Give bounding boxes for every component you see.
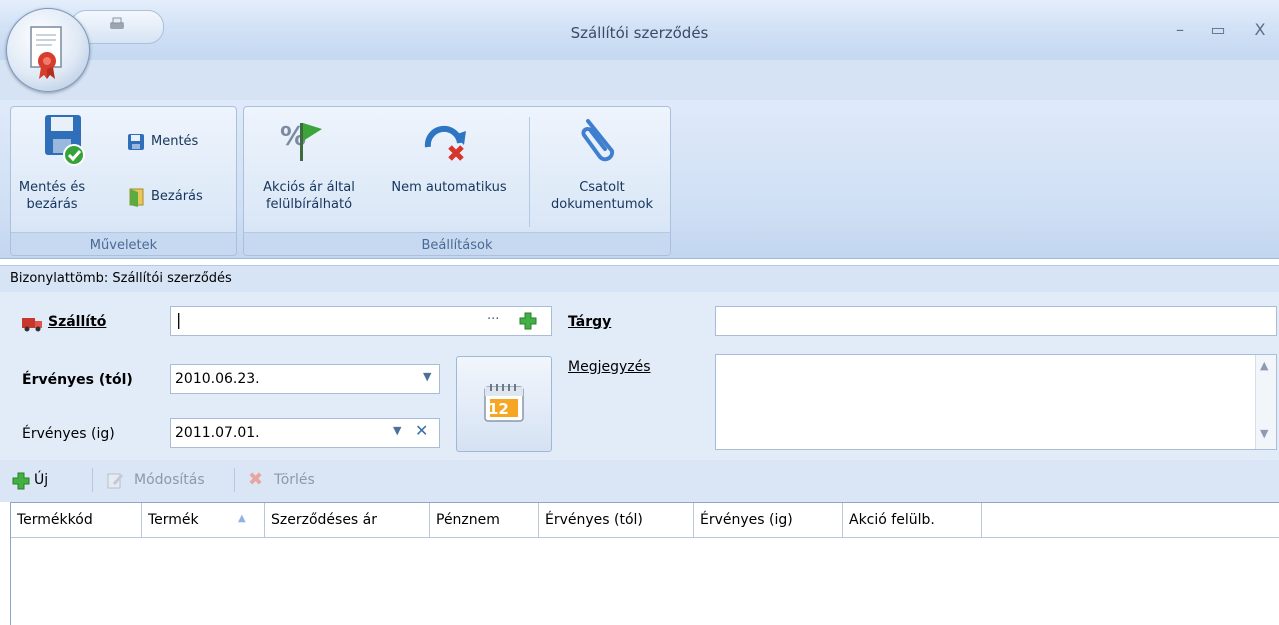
group-label-actions: Műveletek: [89, 238, 158, 253]
valid-from-value: 2010.06.23.: [175, 371, 260, 387]
caption-text: Bizonylattömb: Szállítói szerződés: [10, 271, 232, 286]
new-label: Új: [34, 472, 49, 488]
close-button[interactable]: Bezárás: [123, 185, 233, 209]
column-header-label: Érvényes (ig): [700, 512, 793, 528]
column-header-promo-override[interactable]: Akció felülb.: [843, 503, 982, 537]
close-window-button[interactable]: X: [1248, 20, 1272, 42]
save-and-close-label-line2: bezárás: [26, 197, 78, 212]
note-scrollbar[interactable]: ▲ ▼: [1255, 355, 1276, 449]
column-header-valid-from[interactable]: Érvényes (tól): [539, 503, 694, 537]
save-and-close-label-line1: Mentés és: [18, 180, 86, 195]
column-header-contract-price[interactable]: Szerződéses ár: [265, 503, 430, 537]
add-plus-icon: [12, 472, 30, 490]
valid-to-label: Érvényes (ig): [22, 426, 115, 442]
attached-documents-button[interactable]: Csatolt dokumentumok: [536, 107, 668, 227]
truck-icon: [22, 318, 42, 332]
toolbar-separator: [92, 468, 93, 492]
grid-header-row: Termékkód Termék ▲ Szerződéses ár Pénzne…: [11, 502, 1279, 538]
document-block-caption: Bizonylattömb: Szállítói szerződés: [0, 265, 1279, 293]
column-header-label: Pénznem: [436, 512, 500, 528]
valid-from-date-input[interactable]: 2010.06.23. ▼: [170, 364, 440, 394]
note-label: Megjegyzés: [568, 359, 651, 375]
grid-toolbar: Új Módosítás ✖ Törlés: [0, 460, 1279, 502]
ribbon-separator: [529, 117, 530, 227]
ribbon-group-actions: Műveletek Mentés és bezárás Mentés Bezár…: [10, 106, 237, 256]
ribbon: Műveletek Mentés és bezárás Mentés Bezár…: [0, 100, 1279, 259]
subject-label: Tárgy: [568, 314, 612, 330]
data-grid[interactable]: Termékkód Termék ▲ Szerződéses ár Pénzne…: [10, 502, 1279, 625]
scroll-up-arrow-icon[interactable]: ▲: [1260, 359, 1268, 372]
column-header-product-code[interactable]: Termékkód: [11, 503, 142, 537]
save-button[interactable]: Mentés: [123, 131, 233, 155]
column-header-valid-to[interactable]: Érvényes (ig): [694, 503, 843, 537]
scroll-down-arrow-icon[interactable]: ▼: [1260, 427, 1268, 440]
chevron-down-icon[interactable]: ▼: [393, 424, 401, 437]
percent-flag-icon: %: [280, 122, 322, 161]
group-label-settings: Beállítások: [421, 238, 493, 253]
save-and-close-icon: [45, 115, 85, 166]
ribbon-group-settings: Beállítások % Akciós ár által felülbírál…: [243, 106, 671, 256]
delete-x-icon: ✖: [248, 469, 264, 490]
maximize-button[interactable]: ▭: [1206, 20, 1230, 42]
application-menu-button[interactable]: [6, 8, 90, 92]
promo-override-label-line2: felülbírálható: [265, 197, 353, 212]
close-door-icon: [129, 188, 144, 207]
column-header-label: Termék: [148, 512, 199, 528]
subject-input[interactable]: [715, 306, 1277, 336]
edit-label: Módosítás: [134, 472, 205, 488]
minimize-button[interactable]: –: [1168, 20, 1192, 42]
column-header-currency[interactable]: Pénznem: [430, 503, 539, 537]
valid-to-value: 2011.07.01.: [175, 425, 260, 441]
sort-ascending-icon: ▲: [238, 513, 246, 524]
chevron-down-icon[interactable]: ▼: [423, 370, 431, 383]
column-header-label: Érvényes (tól): [545, 512, 643, 528]
promo-override-label-line1: Akciós ár által: [263, 180, 355, 195]
new-button[interactable]: Új: [10, 460, 90, 502]
ellipsis-browse-button[interactable]: ···: [487, 312, 499, 327]
contract-document-icon: [30, 26, 62, 79]
save-and-close-button[interactable]: Mentés és bezárás: [11, 107, 121, 227]
valid-to-date-input[interactable]: 2011.07.01. ▼ ✕: [170, 418, 440, 448]
attached-docs-label-line2: dokumentumok: [551, 197, 653, 212]
contract-form: Szállító | ··· Tárgy Érvényes (tól) 2010…: [0, 292, 1279, 460]
attached-docs-label-line1: Csatolt: [579, 180, 625, 195]
save-label: Mentés: [151, 134, 199, 149]
not-automatic-button[interactable]: Nem automatikus: [374, 107, 524, 227]
delete-button[interactable]: ✖ Törlés: [244, 460, 344, 502]
close-label: Bezárás: [151, 189, 203, 204]
note-textarea[interactable]: ▲ ▼: [715, 354, 1277, 450]
refresh-cancel-icon: [424, 125, 466, 161]
not-automatic-label: Nem automatikus: [391, 180, 507, 195]
ribbon-tab-bar: [0, 60, 1279, 101]
edit-button[interactable]: Módosítás: [104, 460, 224, 502]
valid-from-label: Érvényes (tól): [22, 372, 133, 388]
delete-label: Törlés: [274, 472, 315, 488]
add-plus-icon[interactable]: [519, 312, 537, 330]
calendar-day-text: 12: [488, 400, 509, 418]
text-cursor: |: [176, 310, 182, 329]
promo-price-override-button[interactable]: % Akciós ár által felülbírálható: [244, 107, 374, 227]
column-header-label: Akció felülb.: [849, 512, 935, 528]
save-icon: [128, 134, 144, 150]
paperclip-icon: [581, 119, 615, 162]
calendar-button[interactable]: 12: [456, 356, 552, 452]
column-header-label: Termékkód: [17, 512, 93, 528]
supplier-input[interactable]: | ···: [170, 306, 552, 336]
clear-x-icon[interactable]: ✕: [415, 421, 428, 440]
window-title: Szállítói szerződés: [570, 24, 709, 42]
edit-pencil-icon: [107, 473, 124, 489]
column-header-label: Szerződéses ár: [271, 512, 378, 528]
supplier-label: Szállító: [48, 314, 107, 330]
column-header-product[interactable]: Termék ▲: [142, 503, 265, 537]
toolbar-separator: [234, 468, 235, 492]
